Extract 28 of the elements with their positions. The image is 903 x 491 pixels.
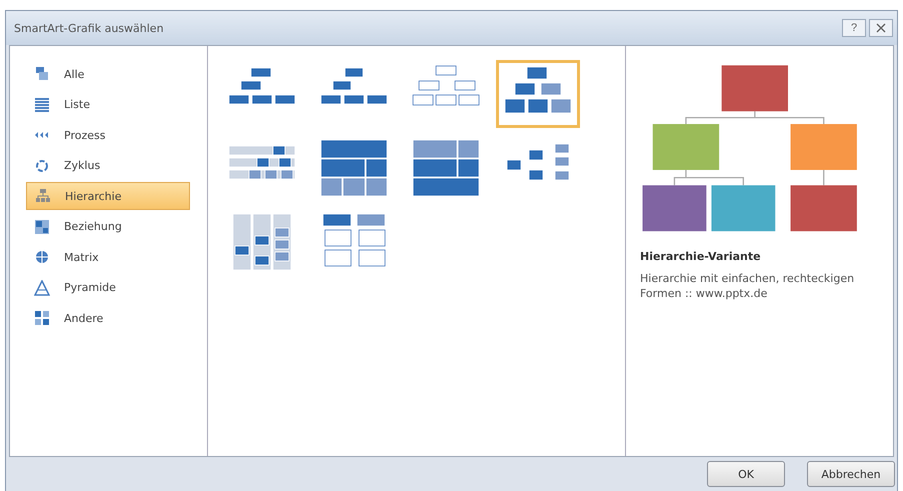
- layout-thumbnail[interactable]: [496, 60, 580, 128]
- category-item[interactable]: Alle: [26, 60, 190, 88]
- window-title: SmartArt-Grafik auswählen: [14, 22, 165, 34]
- category-item[interactable]: Andere: [26, 304, 190, 332]
- category-icon: [34, 158, 50, 174]
- category-icon: [34, 218, 50, 234]
- help-button[interactable]: ?: [842, 19, 866, 37]
- category-icon: [34, 280, 50, 296]
- org-chart-icon: [318, 138, 390, 198]
- category-item[interactable]: Matrix: [26, 243, 190, 271]
- category-icon: [34, 310, 50, 326]
- preview-title: Hierarchie-Variante: [640, 250, 762, 263]
- ok-button[interactable]: OK: [707, 461, 785, 487]
- category-item[interactable]: Hierarchie: [26, 182, 190, 210]
- preview-description: Hierarchie mit einfachen, rechteckigen Formen :: www.pptx.de: [640, 271, 856, 301]
- category-icon: [34, 96, 50, 112]
- category-item[interactable]: Beziehung: [26, 212, 190, 240]
- cancel-button[interactable]: Abbrechen: [807, 461, 895, 487]
- category-item[interactable]: Liste: [26, 90, 190, 118]
- close-button[interactable]: [869, 19, 893, 37]
- category-icon: [35, 188, 51, 204]
- category-icon: [34, 66, 50, 82]
- close-icon: [876, 23, 886, 33]
- category-item[interactable]: Pyramide: [26, 274, 190, 302]
- category-item[interactable]: Zyklus: [26, 152, 190, 180]
- org-chart-icon: [410, 138, 482, 198]
- category-item[interactable]: Prozess: [26, 121, 190, 149]
- category-icon: [34, 249, 50, 265]
